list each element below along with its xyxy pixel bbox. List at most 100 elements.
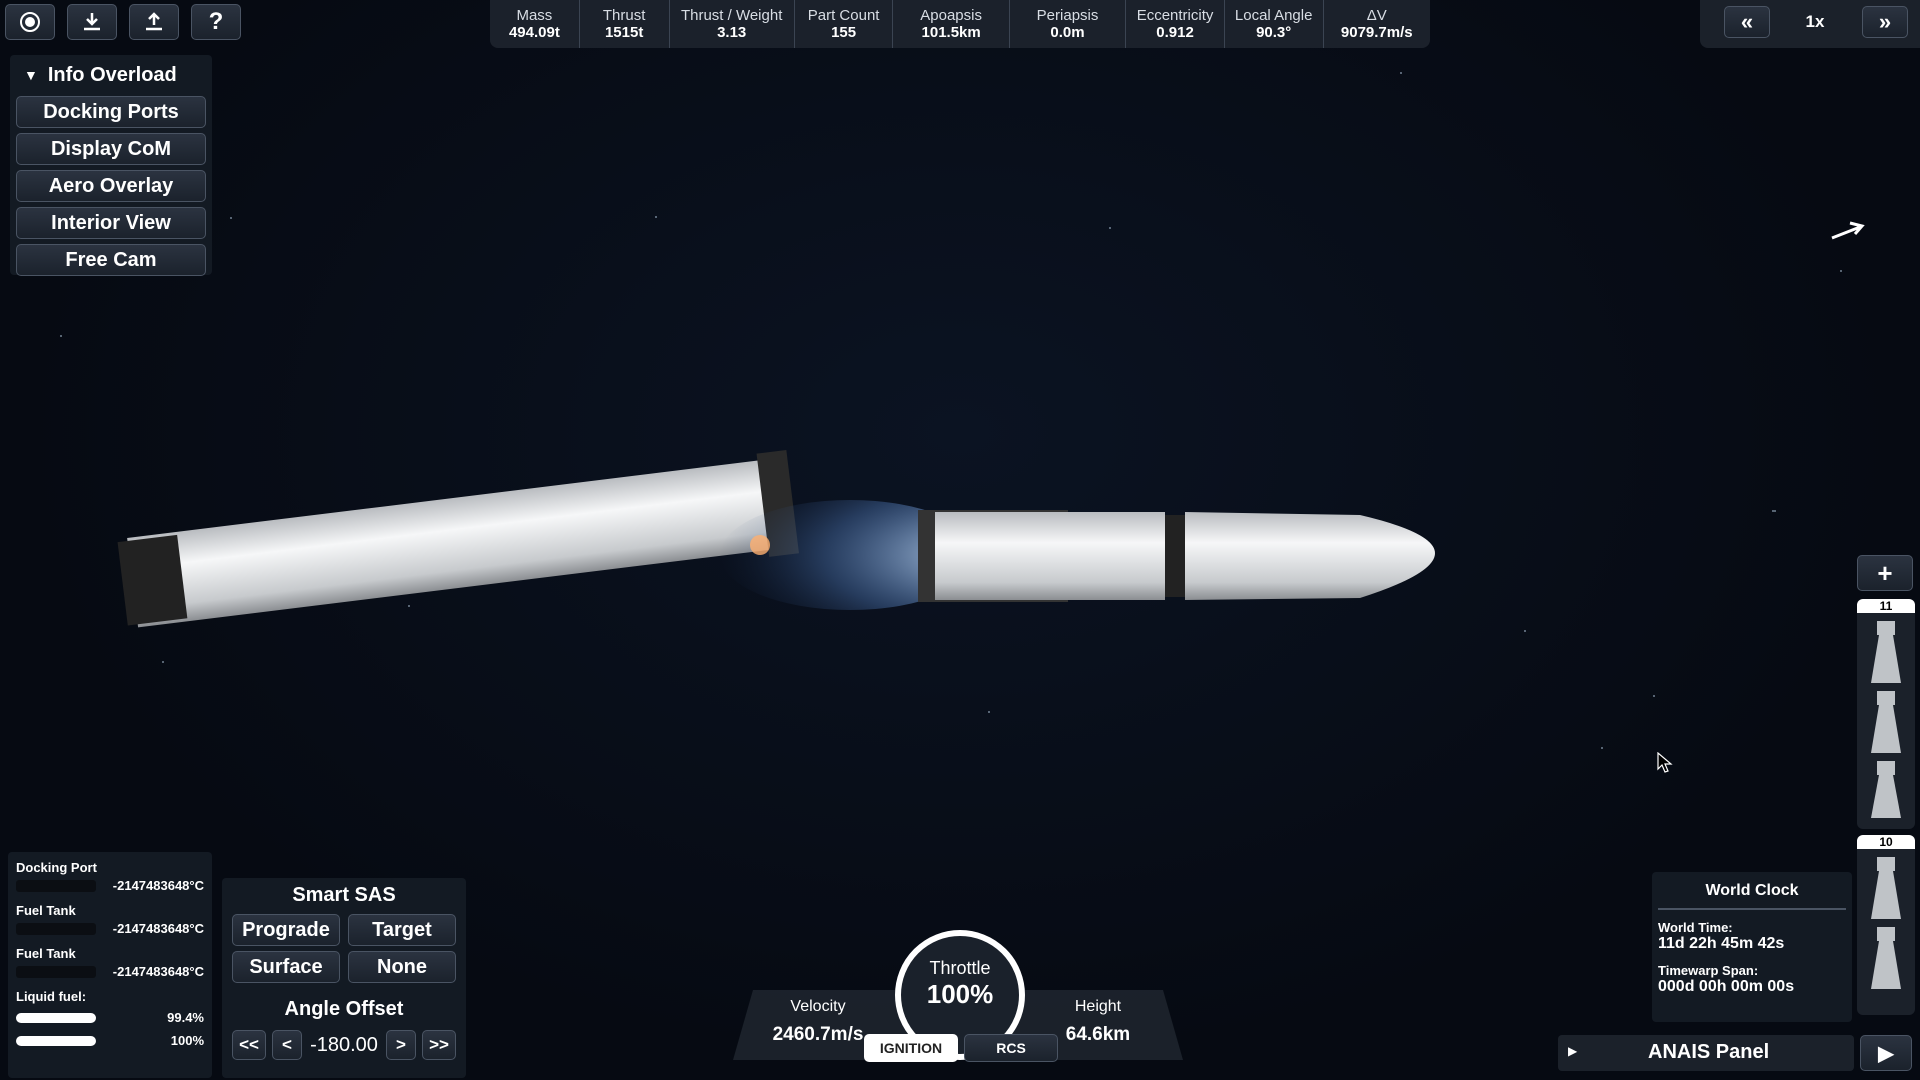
upload-button[interactable] xyxy=(129,4,179,40)
stat-value: 155 xyxy=(831,24,857,41)
stat-thrust: Thrust 1515t xyxy=(580,0,670,48)
engine-icons xyxy=(1871,621,1901,818)
velocity-label: Velocity xyxy=(790,998,846,1015)
angle-decrease-fast-button[interactable]: << xyxy=(232,1030,266,1060)
throttle-label: Throttle xyxy=(929,958,991,978)
liquid-fuel-label: Liquid fuel: xyxy=(16,989,87,1004)
display-com-button[interactable]: Display CoM xyxy=(16,133,206,165)
none-button[interactable]: None xyxy=(348,951,456,983)
stat-value: 1515t xyxy=(604,24,644,41)
info-overload-menu: ▼ Info Overload Docking Ports Display Co… xyxy=(10,55,212,276)
stat-value: 9079.7m/s xyxy=(1340,24,1413,41)
surface-button[interactable]: Surface xyxy=(232,951,340,983)
prograde-button[interactable]: Prograde xyxy=(232,914,340,946)
world-clock-panel: World Clock World Time: 11d 22h 45m 42s … xyxy=(1652,872,1852,1022)
stat-delta-v: ΔV 9079.7m/s xyxy=(1324,0,1431,48)
spent-stage xyxy=(117,449,799,628)
orbit-icon xyxy=(20,12,40,32)
angle-increase-fast-button[interactable]: >> xyxy=(422,1030,456,1060)
interior-view-button[interactable]: Interior View xyxy=(16,207,206,239)
fuel-bar xyxy=(16,1035,96,1046)
angle-offset-value[interactable]: -180.00 xyxy=(306,1034,382,1057)
fuel-value: 100% xyxy=(170,1033,204,1048)
throttle-value: 100% xyxy=(926,979,994,1009)
stage-group[interactable]: 10 xyxy=(1857,835,1915,1015)
stat-local-angle: Local Angle 90.3° xyxy=(1225,0,1324,48)
height-value: 64.6km xyxy=(1065,1024,1131,1045)
play-small-icon: ▶ xyxy=(1568,1044,1578,1058)
temp-value: -2147483648°C xyxy=(112,964,204,979)
stat-mass: Mass 494.09t xyxy=(490,0,580,48)
angle-increase-button[interactable]: > xyxy=(386,1030,416,1060)
staging-column: + 11 10 xyxy=(1857,555,1915,1025)
temp-row: Docking Port -2147483648°C xyxy=(16,860,204,893)
temp-label: Fuel Tank xyxy=(16,903,76,918)
collapse-triangle-icon: ▼ xyxy=(24,67,38,83)
upper-stage xyxy=(918,510,1435,602)
stage-number: 11 xyxy=(1857,599,1915,613)
upload-icon xyxy=(146,12,162,31)
stat-label: Thrust xyxy=(602,7,646,24)
stat-label: Part Count xyxy=(807,7,880,24)
download-icon xyxy=(84,13,100,31)
stat-label: ΔV xyxy=(1366,7,1387,24)
angle-offset-title: Angle Offset xyxy=(284,998,404,1020)
engine-icons xyxy=(1871,857,1901,989)
temp-bar xyxy=(16,965,96,978)
stat-label: Apoapsis xyxy=(920,7,982,24)
free-cam-button[interactable]: Free Cam xyxy=(16,244,206,276)
stage-group[interactable]: 11 xyxy=(1857,599,1915,829)
play-button[interactable]: ▶ xyxy=(1860,1035,1912,1071)
stat-part-count: Part Count 155 xyxy=(795,0,894,48)
stat-value: 90.3° xyxy=(1256,24,1292,41)
add-stage-button[interactable]: + xyxy=(1857,555,1913,591)
stat-periapsis: Periapsis 0.0m xyxy=(1010,0,1127,48)
stat-thrust-weight: Thrust / Weight 3.13 xyxy=(670,0,795,48)
fuel-bar xyxy=(16,1012,96,1023)
docking-ports-button[interactable]: Docking Ports xyxy=(16,96,206,128)
timewarp-bar: « 1x » xyxy=(1700,0,1920,48)
timewarp-span-label: Timewarp Span: xyxy=(1658,963,1759,978)
rcs-button[interactable]: RCS xyxy=(964,1034,1058,1062)
stat-value: 0.0m xyxy=(1050,24,1085,41)
download-button[interactable] xyxy=(67,4,117,40)
stat-value: 0.912 xyxy=(1156,24,1194,41)
ignition-button[interactable]: IGNITION xyxy=(864,1034,958,1062)
help-button[interactable]: ? xyxy=(191,4,241,40)
stat-label: Mass xyxy=(516,7,553,24)
temp-bar xyxy=(16,922,96,935)
smart-sas-panel: Smart SAS Prograde Target Surface None A… xyxy=(222,878,466,1078)
stat-label: Periapsis xyxy=(1036,7,1099,24)
direction-arrow xyxy=(1831,221,1865,240)
temp-row: Fuel Tank -2147483648°C xyxy=(16,946,204,979)
temp-value: -2147483648°C xyxy=(112,921,204,936)
temp-row: Fuel Tank -2147483648°C xyxy=(16,903,204,936)
stat-label: Eccentricity xyxy=(1136,7,1214,24)
play-icon: ▶ xyxy=(1878,1042,1894,1065)
temp-label: Docking Port xyxy=(16,860,97,875)
stage-number: 10 xyxy=(1857,835,1915,849)
temp-bar xyxy=(16,879,96,892)
sas-title: Smart SAS xyxy=(292,884,396,906)
stat-label: Local Angle xyxy=(1234,7,1313,24)
temp-value: -2147483648°C xyxy=(112,878,204,893)
world-time-value: 11d 22h 45m 42s xyxy=(1658,935,1785,952)
menu-title: Info Overload xyxy=(47,63,177,86)
stat-value: 3.13 xyxy=(717,24,747,41)
temp-label: Fuel Tank xyxy=(16,946,76,961)
fuel-value: 99.4% xyxy=(167,1010,204,1025)
timewarp-slower-button[interactable]: « xyxy=(1724,6,1770,38)
timewarp-rate: 1x xyxy=(1805,12,1825,31)
stat-label: Thrust / Weight xyxy=(680,7,783,24)
info-overload-toggle[interactable]: ▼ Info Overload xyxy=(14,59,208,91)
orbit-button[interactable] xyxy=(5,4,55,40)
anais-label: ANAIS Panel xyxy=(1648,1041,1770,1063)
world-time-label: World Time: xyxy=(1658,920,1733,935)
timewarp-faster-button[interactable]: » xyxy=(1862,6,1908,38)
stat-eccentricity: Eccentricity 0.912 xyxy=(1126,0,1225,48)
aero-overlay-button[interactable]: Aero Overlay xyxy=(16,170,206,202)
temperature-panel: Docking Port -2147483648°C Fuel Tank -21… xyxy=(8,852,212,1078)
angle-decrease-button[interactable]: < xyxy=(272,1030,302,1060)
anais-panel-bar[interactable]: ▶ ANAIS Panel xyxy=(1558,1035,1854,1071)
target-button[interactable]: Target xyxy=(348,914,456,946)
